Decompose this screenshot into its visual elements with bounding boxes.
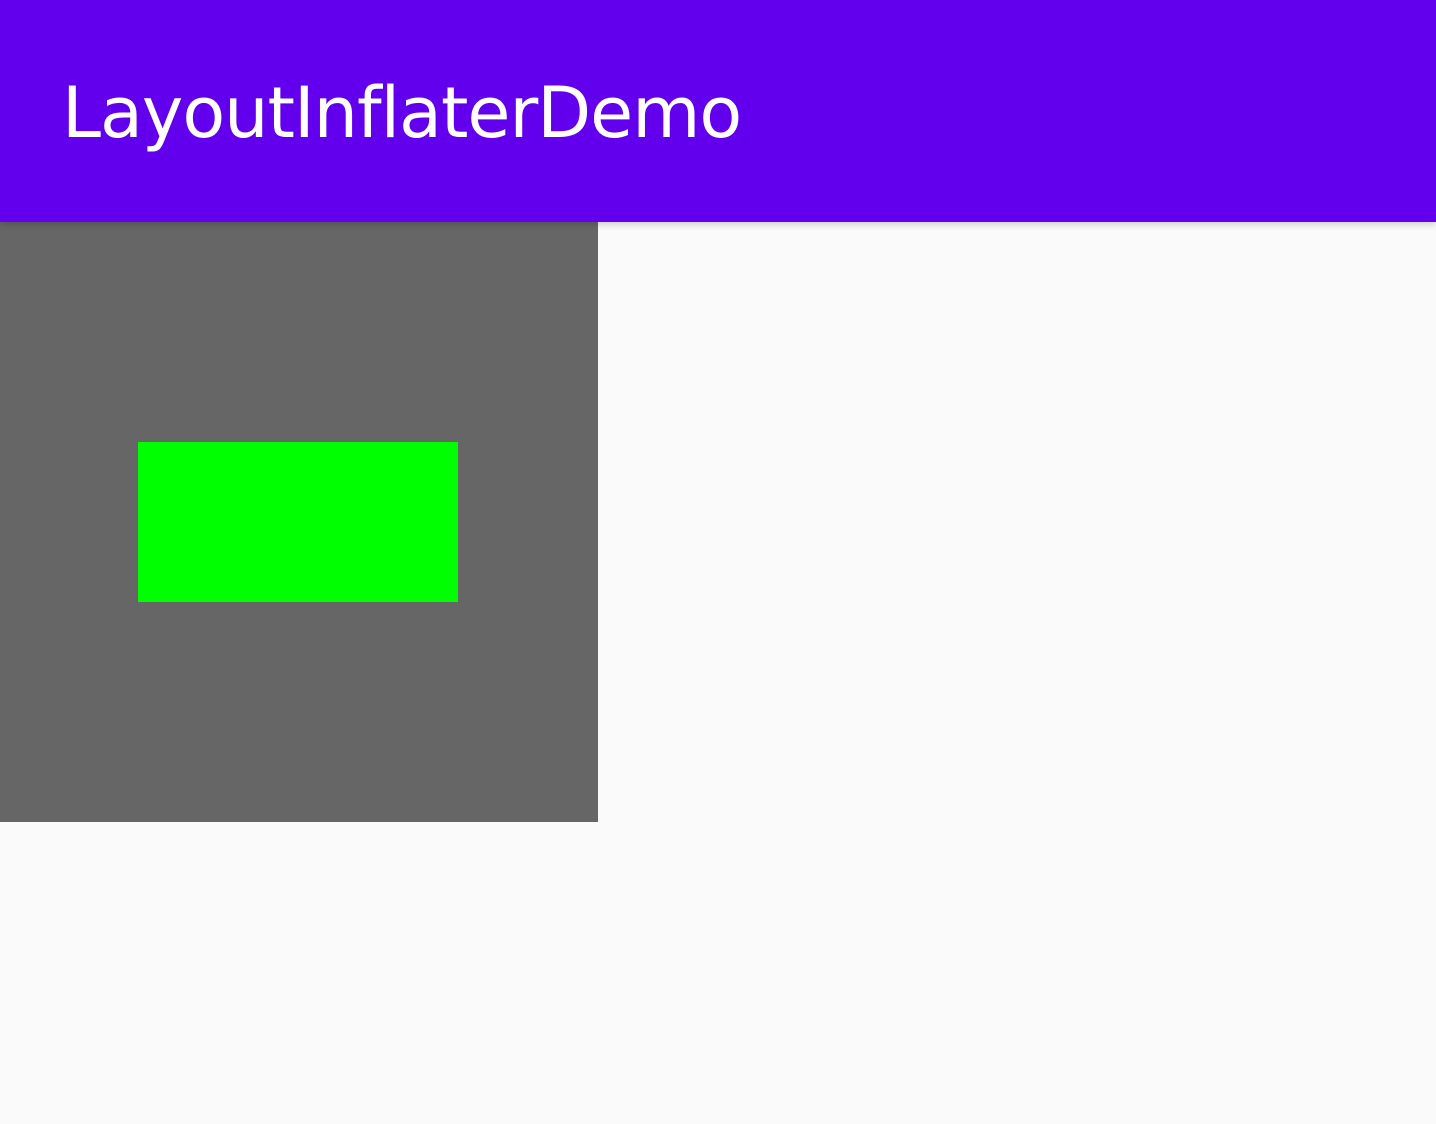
- app-title: LayoutInflaterDemo: [62, 72, 742, 154]
- content-area: [0, 222, 1436, 1124]
- app-bar: LayoutInflaterDemo: [0, 0, 1436, 222]
- inflated-container: [0, 222, 598, 822]
- inflated-child-view: [138, 442, 458, 602]
